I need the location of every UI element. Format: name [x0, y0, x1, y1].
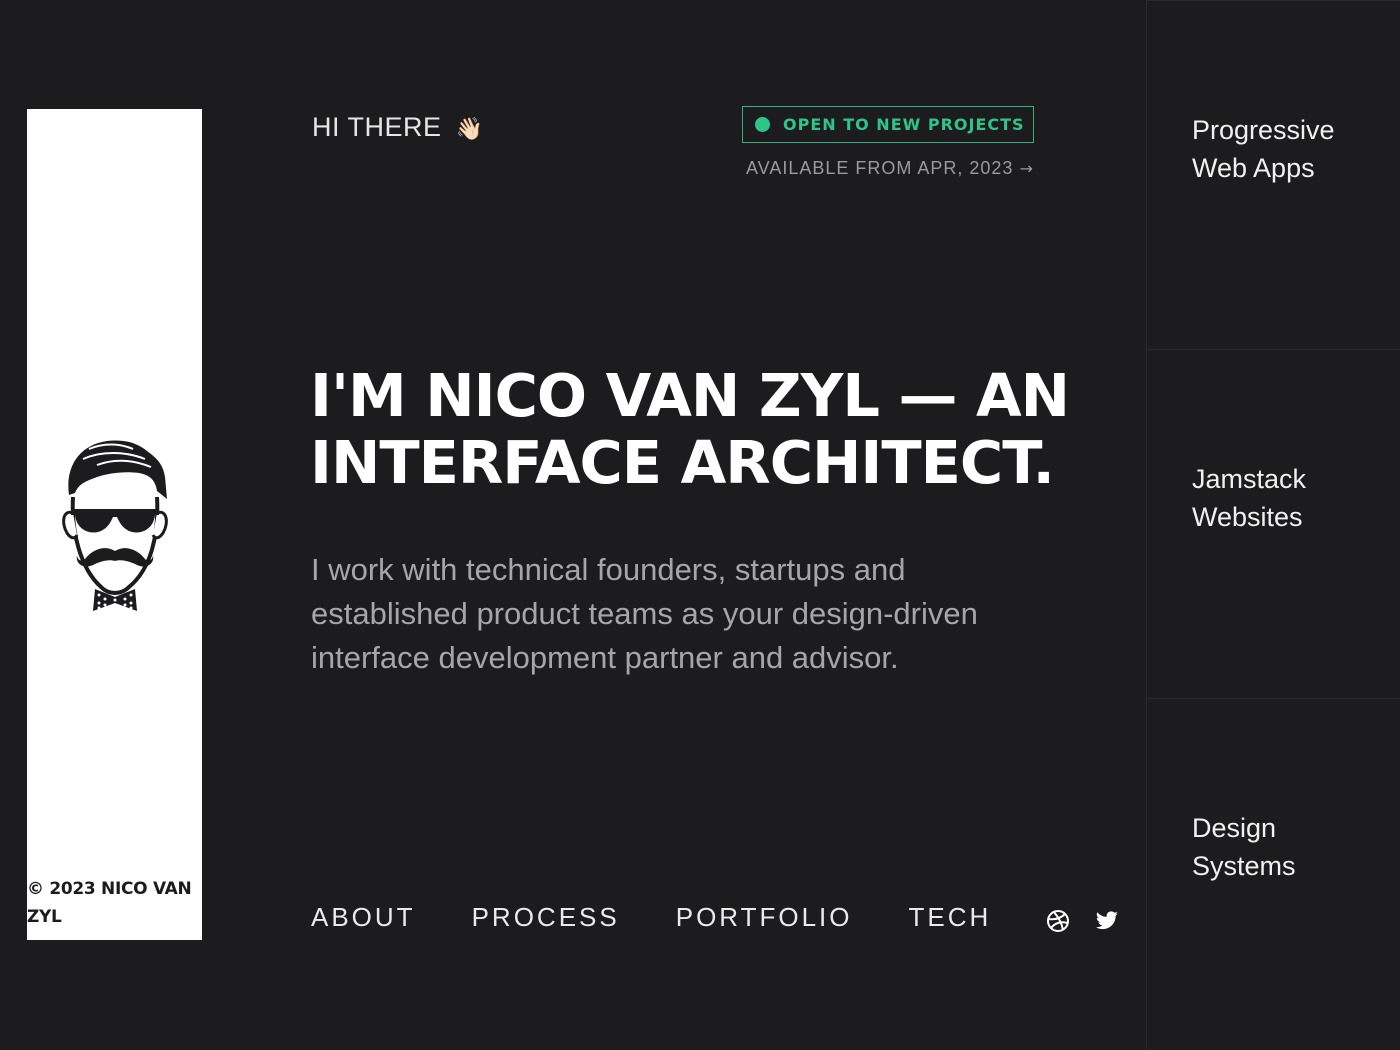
- arrow-right-icon: →: [1019, 159, 1034, 178]
- service-label: Jamstack Websites: [1192, 464, 1307, 532]
- services-column: Progressive Web Apps Jamstack Websites D…: [1146, 0, 1400, 1050]
- greeting-text: HI THERE: [312, 112, 442, 142]
- hero-headline: I'M NICO VAN ZYL — AN INTERFACE ARCHITEC…: [310, 361, 1070, 497]
- main-nav: ABOUT PROCESS PORTFOLIO TECH: [311, 902, 1047, 933]
- nav-item-tech[interactable]: TECH: [909, 902, 992, 933]
- hero-intro: I work with technical founders, startups…: [311, 552, 978, 675]
- availability-link[interactable]: AVAILABLE FROM APR, 2023 →: [746, 158, 1034, 179]
- status-badge: OPEN TO NEW PROJECTS: [742, 106, 1034, 143]
- status-dot-icon: [755, 117, 770, 132]
- nav-item-process[interactable]: PROCESS: [472, 902, 620, 933]
- nav-item-about[interactable]: ABOUT: [311, 902, 416, 933]
- service-card-pwa[interactable]: Progressive Web Apps: [1147, 0, 1400, 349]
- page: © 2023 NICO VAN ZYL HI THERE 👋🏻 OPEN TO N…: [0, 0, 1400, 1050]
- twitter-icon[interactable]: [1095, 909, 1119, 933]
- service-card-jamstack[interactable]: Jamstack Websites: [1147, 349, 1400, 698]
- wave-emoji-icon: 👋🏻: [455, 117, 484, 142]
- service-label: Progressive Web Apps: [1192, 115, 1335, 183]
- copyright-text: © 2023 NICO VAN ZYL: [27, 879, 192, 927]
- status-label: OPEN TO NEW PROJECTS: [783, 115, 1025, 134]
- service-card-design-systems[interactable]: Design Systems: [1147, 698, 1400, 1047]
- service-label: Design Systems: [1192, 813, 1296, 881]
- avatar: [62, 440, 168, 611]
- greeting: HI THERE 👋🏻: [312, 112, 483, 143]
- dribbble-icon[interactable]: [1046, 909, 1070, 933]
- availability-text: AVAILABLE FROM APR, 2023: [746, 158, 1014, 178]
- sidebar: © 2023 NICO VAN ZYL: [27, 109, 202, 940]
- nav-item-portfolio[interactable]: PORTFOLIO: [676, 902, 853, 933]
